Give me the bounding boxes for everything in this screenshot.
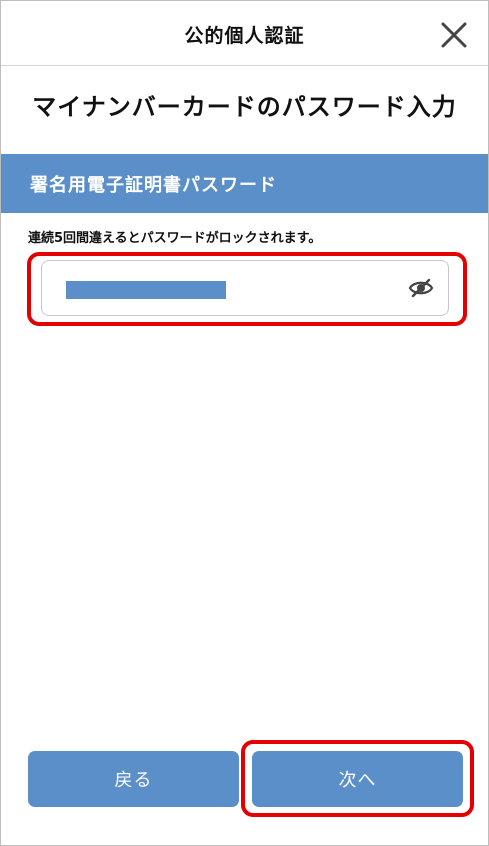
app-screen: 公的個人認証 マイナンバーカードのパスワード入力 署名用電子証明書パスワード 連… bbox=[0, 0, 489, 846]
password-visibility-toggle[interactable] bbox=[408, 277, 434, 299]
back-button[interactable]: 戻る bbox=[28, 751, 239, 807]
section-label: 署名用電子証明書パスワード bbox=[30, 175, 277, 196]
close-icon bbox=[441, 22, 467, 48]
eye-off-icon bbox=[408, 278, 434, 298]
lock-warning-text: 連続5回間違えるとパスワードがロックされます。 bbox=[28, 231, 322, 246]
header-title: 公的個人認証 bbox=[184, 25, 305, 47]
page-title: マイナンバーカードのパスワード入力 bbox=[32, 93, 457, 121]
section-header: 署名用電子証明書パスワード bbox=[1, 154, 488, 213]
masked-password-value bbox=[66, 281, 226, 299]
header-bar: 公的個人認証 bbox=[1, 1, 488, 66]
next-button[interactable]: 次へ bbox=[252, 751, 463, 807]
close-button[interactable] bbox=[437, 18, 471, 52]
password-input[interactable] bbox=[41, 260, 449, 316]
